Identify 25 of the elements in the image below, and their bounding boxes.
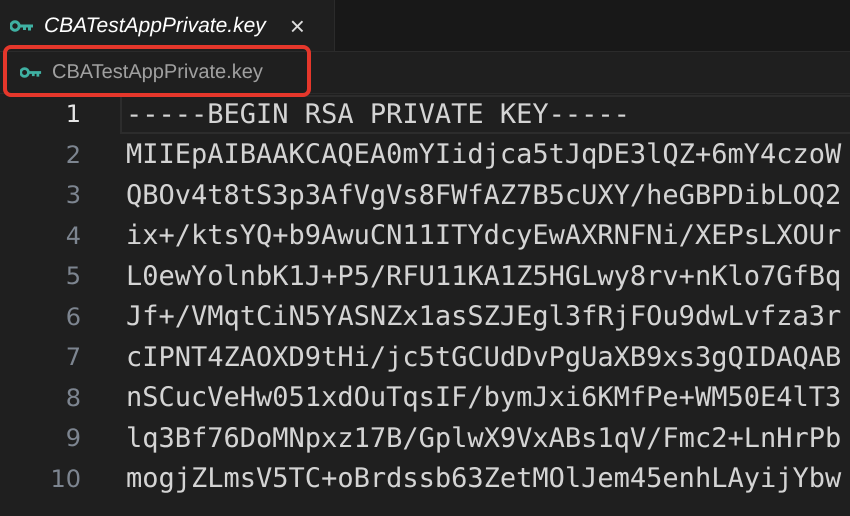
key-icon [20,67,42,78]
line-number: 5 [64,262,81,290]
close-icon[interactable]: × [290,12,305,38]
line-number: 6 [64,302,81,331]
code-line: mogjZLmsV5TC+oBrdssb63ZetMOlJem45enhLAyijYbw [126,462,842,496]
code-line: QBOv4t8tS3p3AfVgVs8FWfAZ7B5cUXY/heGBPDibLOQ2 [126,178,842,213]
breadcrumb-item[interactable]: CBATestAppPrivate.key [20,61,263,84]
code-line: nSCucVeHw051xdOuTqsIF/bymJxi6KMfPe+WM50E4lT3 [126,381,842,416]
line-number: 10 [49,464,81,493]
line-number: 4 [64,222,81,250]
line-number: 3 [64,181,81,210]
code-line: L0ewYolnbK1J+P5/RFU11KA1Z5HGLwy8rv+nKlo7GfBq [126,260,842,294]
key-icon [10,20,34,32]
code-line: Jf+/VMqtCiN5YASNZx1asSZJEgl3fRjFOu9dwLvfza3r [126,300,842,334]
code-line: -----BEGIN RSA PRIVATE KEY----- [120,94,850,134]
code-line: lq3Bf76DoMNpxz17B/GplwX9VxABs1qV/Fmc2+LnHrPb [126,422,842,456]
line-number: 9 [64,424,81,452]
code-line: cIPNT4ZAOXD9tHi/jc5tGCUdDvPgUaXB9xs3gQIDAQAB [126,340,842,375]
line-number: 2 [64,140,81,169]
file-tab[interactable]: CBATestAppPrivate.key × [0,0,335,51]
line-number: 1 [64,100,81,128]
line-number: 8 [64,384,81,412]
code-line: MIIEpAIBAAKCAQEA0mYIidjca5tJqDE3lQZ+6mY4czoW [126,138,842,172]
code-line: ix+/ktsYQ+b9AwuCN11ITYdcyEwAXRNFNi/XEPsLXOUr [126,219,842,254]
line-number: 7 [64,343,81,372]
